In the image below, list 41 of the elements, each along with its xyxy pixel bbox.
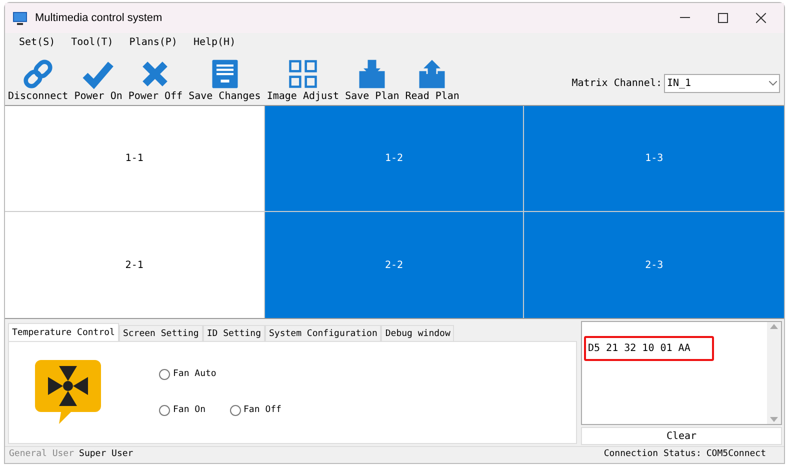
- tab[interactable]: Screen Setting: [118, 325, 203, 341]
- connection-label: Connection Status:: [604, 448, 702, 462]
- matrix-channel-label: Matrix Channel:: [572, 76, 662, 90]
- screen-cell[interactable]: 1-2: [264, 106, 524, 212]
- menu-item[interactable]: Set(S): [19, 34, 56, 50]
- menu-item[interactable]: Tool(T): [71, 34, 114, 50]
- toolbar-button[interactable]: Power Off: [127, 57, 184, 103]
- tab[interactable]: Temperature Control: [8, 323, 119, 341]
- radio-button[interactable]: [159, 369, 170, 380]
- tab[interactable]: Debug window: [381, 325, 454, 341]
- screen-cell[interactable]: 2-2: [264, 212, 524, 318]
- screen-cell[interactable]: 1-3: [524, 106, 784, 212]
- maximize-icon[interactable]: [718, 13, 728, 23]
- minimize-icon[interactable]: [680, 17, 690, 19]
- radio-label: Fan Auto: [173, 368, 216, 381]
- toolbar-button[interactable]: Read Plan: [404, 57, 460, 103]
- user-label: General User: [9, 448, 74, 462]
- toolbar-button[interactable]: Power On: [73, 57, 124, 103]
- window-title: Multimedia control system: [35, 10, 162, 26]
- toolbar-button[interactable]: Disconnect: [7, 57, 70, 103]
- tab[interactable]: System Configuration: [265, 325, 382, 341]
- toolbar-button[interactable]: Save Plan: [344, 57, 400, 103]
- monitor-icon: [13, 12, 27, 24]
- screen-cell[interactable]: 2-3: [524, 212, 784, 318]
- menu-item[interactable]: Help(H): [193, 34, 236, 50]
- tab[interactable]: ID Setting: [202, 325, 265, 341]
- radio-label: Fan Off: [244, 404, 282, 416]
- menu-item[interactable]: Plans(P): [129, 34, 178, 50]
- clear-button[interactable]: Clear: [581, 427, 782, 445]
- user-name: Super User: [79, 448, 134, 462]
- caret-icon: [769, 80, 777, 86]
- toolbar-button[interactable]: Image Adjust: [266, 57, 340, 103]
- radio-label: Fan On: [173, 404, 206, 416]
- close-icon[interactable]: [756, 13, 766, 23]
- toolbar-button[interactable]: Save Changes: [188, 57, 262, 103]
- matrix-channel-dropdown[interactable]: IN_1: [664, 74, 780, 92]
- screen-cell[interactable]: 1-1: [5, 106, 265, 212]
- radio-button[interactable]: [230, 404, 241, 416]
- connection-status: COM5Connect: [706, 448, 766, 462]
- link-icon: [21, 57, 56, 91]
- radio-button[interactable]: [159, 404, 170, 416]
